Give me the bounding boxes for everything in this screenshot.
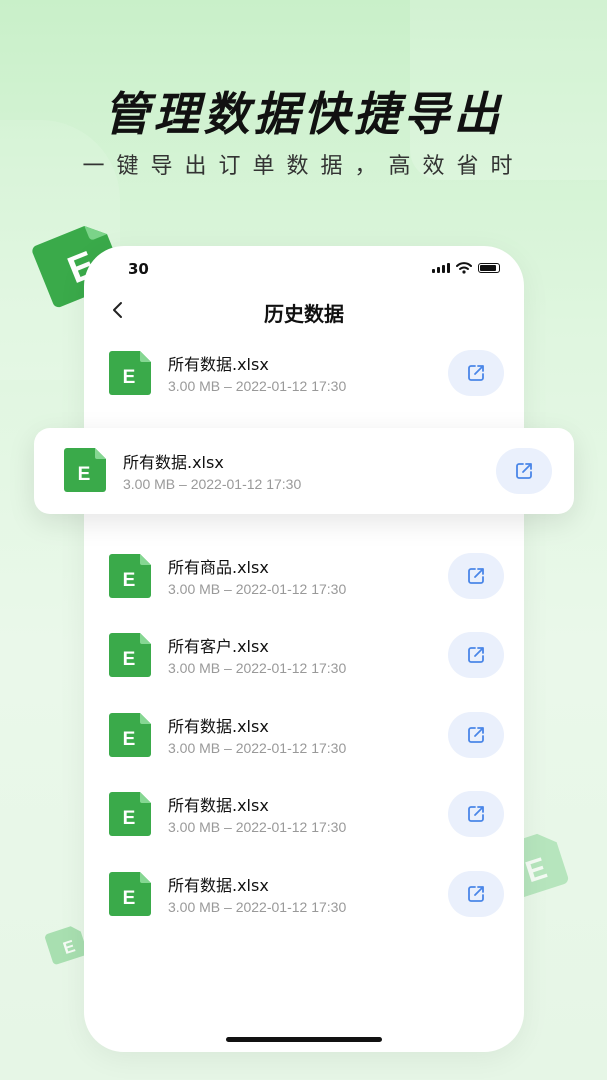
phone-frame: 30 历史数据 E 所有数据.xlsx 3.00 MB – 2022-01-12… <box>84 246 524 1052</box>
file-name: 所有数据.xlsx <box>123 453 224 472</box>
status-icons <box>432 262 500 274</box>
file-name: 所有数据.xlsx <box>168 355 269 374</box>
share-export-icon <box>468 568 484 584</box>
share-export-icon <box>468 647 484 663</box>
excel-file-icon: E <box>109 872 151 916</box>
file-meta: 3.00 MB – 2022-01-12 17:30 <box>168 740 347 756</box>
file-row[interactable]: E 所有客户.xlsx 3.00 MB – 2022-01-12 17:30 <box>84 616 524 696</box>
file-name: 所有数据.xlsx <box>168 717 269 736</box>
file-row[interactable]: E 所有数据.xlsx 3.00 MB – 2022-01-12 17:30 <box>84 696 524 776</box>
export-button[interactable] <box>496 448 552 494</box>
share-export-icon <box>468 727 484 743</box>
svg-text:E: E <box>123 729 136 750</box>
file-meta: 3.00 MB – 2022-01-12 17:30 <box>168 899 347 915</box>
excel-file-icon: E <box>109 351 151 395</box>
status-time: 30 <box>128 260 149 278</box>
export-button[interactable] <box>448 712 504 758</box>
file-meta: 3.00 MB – 2022-01-12 17:30 <box>168 378 347 394</box>
hero-title: 管理数据快捷导出 <box>103 87 504 141</box>
file-name: 所有商品.xlsx <box>168 558 269 577</box>
hero-subtitle: 一键导出订单数据，高效省时 <box>82 154 525 179</box>
battery-icon <box>478 263 500 273</box>
file-row[interactable]: E 所有数据.xlsx 3.00 MB – 2022-01-12 17:30 <box>84 334 524 414</box>
export-button[interactable] <box>448 553 504 599</box>
excel-file-icon: E <box>109 633 151 677</box>
file-row[interactable]: E 所有数据.xlsx 3.00 MB – 2022-01-12 17:30 <box>84 775 524 855</box>
file-row[interactable]: E 所有商品.xlsx 3.00 MB – 2022-01-12 17:30 <box>84 537 524 617</box>
svg-text:E: E <box>123 367 136 388</box>
file-meta: 3.00 MB – 2022-01-12 17:30 <box>123 476 302 492</box>
file-row[interactable]: E 所有数据.xlsx 3.00 MB – 2022-01-12 17:30 <box>84 855 524 935</box>
svg-text:E: E <box>123 570 136 591</box>
export-button[interactable] <box>448 350 504 396</box>
excel-file-icon: E <box>109 792 151 836</box>
file-name: 所有客户.xlsx <box>168 637 269 656</box>
file-meta: 3.00 MB – 2022-01-12 17:30 <box>168 819 347 835</box>
export-button[interactable] <box>448 871 504 917</box>
svg-text:E: E <box>123 888 136 909</box>
svg-text:E: E <box>123 649 136 670</box>
share-export-icon <box>468 886 484 902</box>
signal-icon <box>432 263 450 273</box>
file-row-highlighted[interactable]: E 所有数据.xlsx 3.00 MB – 2022-01-12 17:30 <box>34 428 574 514</box>
page-title: 历史数据 <box>264 302 344 326</box>
svg-text:E: E <box>78 464 91 485</box>
share-export-icon <box>468 365 484 381</box>
export-button[interactable] <box>448 632 504 678</box>
file-meta: 3.00 MB – 2022-01-12 17:30 <box>168 660 347 676</box>
excel-file-icon: E <box>109 554 151 598</box>
wifi-icon <box>456 262 472 274</box>
share-export-icon <box>516 463 532 479</box>
export-button[interactable] <box>448 791 504 837</box>
file-name: 所有数据.xlsx <box>168 796 269 815</box>
excel-file-icon: E <box>109 713 151 757</box>
share-export-icon <box>468 806 484 822</box>
file-name: 所有数据.xlsx <box>168 876 269 895</box>
home-indicator <box>226 1037 382 1042</box>
svg-text:E: E <box>123 808 136 829</box>
excel-file-icon: E <box>64 448 106 492</box>
file-meta: 3.00 MB – 2022-01-12 17:30 <box>168 581 347 597</box>
